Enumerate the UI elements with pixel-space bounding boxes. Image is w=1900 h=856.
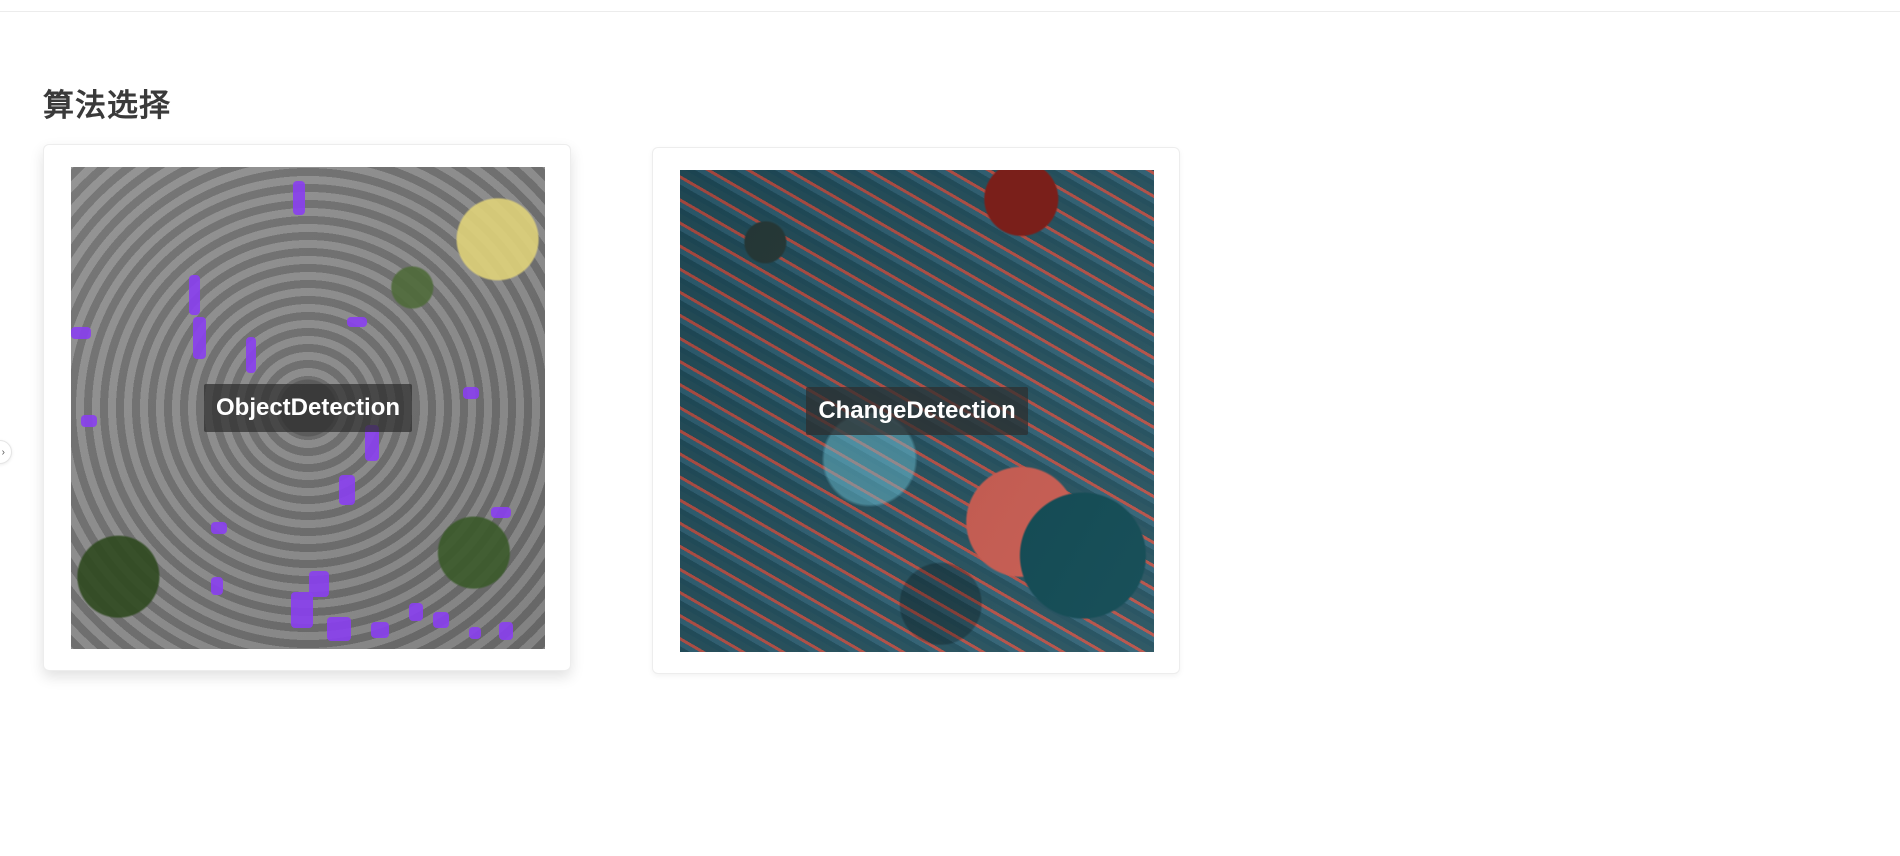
change-detection-thumbnail: ChangeDetection xyxy=(680,170,1154,652)
algorithm-card-object-detection[interactable]: ObjectDetection xyxy=(43,144,571,671)
algorithm-card-change-detection[interactable]: ChangeDetection xyxy=(652,147,1180,674)
page-title: 算法选择 xyxy=(43,88,171,123)
top-divider xyxy=(0,11,1900,12)
algorithm-label: ObjectDetection xyxy=(203,384,413,432)
algorithm-label: ChangeDetection xyxy=(806,387,1028,435)
thumbnail-label-container: ChangeDetection xyxy=(680,170,1154,652)
thumbnail-label-container: ObjectDetection xyxy=(71,167,545,649)
chevron-right-icon: › xyxy=(1,446,5,458)
side-drawer-toggle[interactable]: › xyxy=(0,440,12,464)
object-detection-thumbnail: ObjectDetection xyxy=(71,167,545,649)
